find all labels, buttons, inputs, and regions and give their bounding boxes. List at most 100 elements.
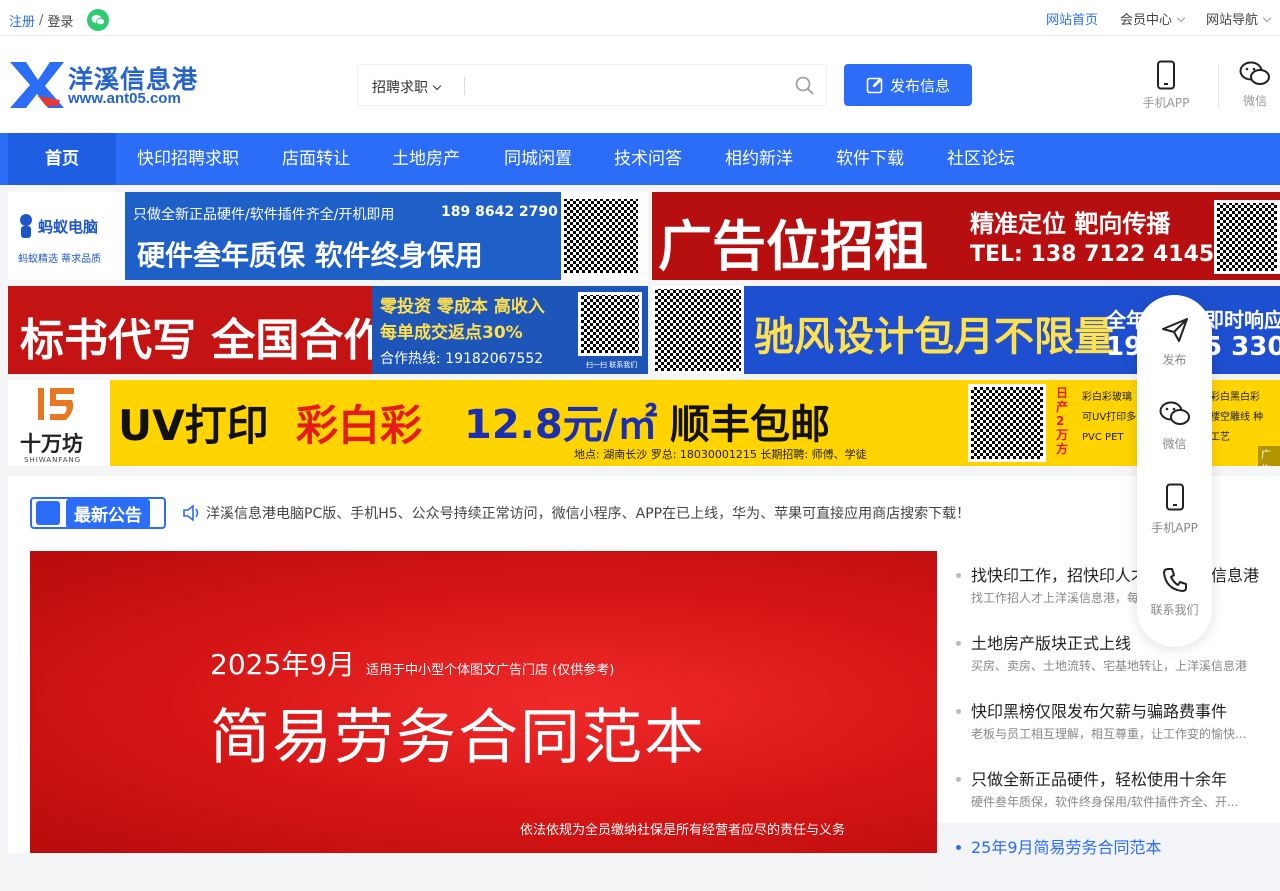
ad-banner-rent[interactable]: 广告位招租 精准定位 靶向传播 TEL: 138 7122 4145 (652, 192, 1280, 280)
banner-footer: 依法依规为全员缴纳社保是所有经营者应尽的责任与义务 (520, 823, 846, 838)
nav-item-software[interactable]: 软件下载 (822, 133, 918, 185)
header-app-link[interactable]: 手机APP (1136, 60, 1196, 111)
nav-item-print-jobs[interactable]: 快印招聘求职 (126, 133, 250, 185)
ad-banner-bidding[interactable]: 标书代写 全国合作 零投资 零成本 高收入 每单成交返点30% 合作热线: 19… (8, 286, 648, 374)
ad2-tagline: 精准定位 靶向传播 (970, 210, 1171, 238)
news-desc: 买房、卖房、土地流转、宅基地转让，上洋溪信息港 (971, 659, 1248, 673)
ad2-qr-code (1214, 200, 1280, 274)
news-desc: 老板与员工相互理解，相互尊重，让工作变的愉快... (971, 727, 1247, 741)
main-nav: 首页 快印招聘求职 店面转让 土地房产 同城闲置 技术问答 相约新洋 软件下载 … (0, 133, 1280, 185)
ad1-brand-block: 蚂蚁电脑 蚂蚁精选 蒂求品质 (8, 192, 125, 280)
ad5-brand-en: SHIWANFANG (24, 456, 82, 464)
wechat-login-icon[interactable] (87, 9, 110, 31)
float-publish-button[interactable]: 发布 (1137, 317, 1212, 368)
banner-title: 简易劳务合同范本 (210, 703, 706, 773)
register-link[interactable]: 注册 (9, 11, 35, 30)
header-divider (1218, 64, 1219, 108)
main-content: 最新公告 洋溪信息港电脑PC版、手机H5、公众号持续正常访问，微信小程序、APP… (8, 476, 1280, 891)
news-title: 找快印工作，招快印人才，上洋溪信息港 (971, 566, 1260, 585)
bullet-dot (956, 777, 961, 782)
ad-banner-computer[interactable]: 蚂蚁电脑 蚂蚁精选 蒂求品质 只做全新正品硬件/软件插件齐全/开机即用 189 … (8, 192, 648, 280)
nav-item-second-hand[interactable]: 同城闲置 (490, 133, 586, 185)
ad5-brand-block: 十万坊 SHIWANFANG (8, 380, 110, 466)
banner-subtitle: 适用于中小型个体图文广告门店 (仅供参考) (366, 663, 615, 678)
ad3-title: 标书代写 全国合作 (20, 315, 388, 366)
shiwanfang-logo-icon (38, 388, 74, 420)
logo-x-icon (10, 62, 64, 108)
ad3-qr-caption: 扫一扫 联系我们 (586, 361, 638, 369)
ad5-headline-a: UV打印 (118, 401, 269, 450)
ad3-line2: 每单成交返点30% (380, 323, 523, 343)
ad4-right2: 即时响应 (1204, 308, 1280, 332)
top-bar: 注册 / 登录 网站首页 会员中心 网站导航 (0, 0, 1280, 36)
ad4-qr-code (652, 286, 744, 374)
search-bar: 招聘求职 (357, 64, 827, 106)
ad5-footer: 地点: 湖南长沙 罗总: 18030001215 长期招聘: 师傅、学徒 (574, 448, 867, 461)
ad5-side-text: 彩白彩玻璃 可UV打印多 PVC PET (1082, 392, 1137, 443)
float-app-button[interactable]: 手机APP (1137, 483, 1212, 536)
telephone-icon (1162, 568, 1187, 592)
nav-item-shop-transfer[interactable]: 店面转让 (268, 133, 364, 185)
float-wechat-button[interactable]: 微信 (1137, 401, 1212, 452)
ad5-price: 12.8元/㎡ (464, 402, 658, 448)
ad3-hotline: 合作热线: 19182067552 (380, 351, 544, 367)
ad2-phone: TEL: 138 7122 4145 (970, 242, 1215, 267)
nav-item-forum[interactable]: 社区论坛 (933, 133, 1029, 185)
banner-year: 2025年9月 (210, 648, 356, 681)
bullet-dot (956, 709, 961, 714)
announcement-icon (36, 501, 60, 525)
bullet-dot (956, 573, 961, 578)
site-logo[interactable]: 洋溪信息港 www.ant05.com (8, 60, 208, 110)
paper-plane-icon (1161, 318, 1188, 342)
search-category-label: 招聘求职 (372, 80, 428, 96)
search-icon[interactable] (795, 76, 814, 99)
header: 洋溪信息港 www.ant05.com 招聘求职 发布信息 手机APP 微信 (0, 36, 1280, 133)
member-center-menu[interactable]: 会员中心 (1120, 9, 1186, 28)
news-item[interactable]: 土地房产版块正式上线 买房、卖房、土地流转、宅基地转让，上洋溪信息港 (937, 619, 1280, 687)
search-input[interactable] (470, 71, 780, 101)
news-title: 土地房产版块正式上线 (971, 634, 1132, 653)
nav-item-dating[interactable]: 相约新洋 (711, 133, 807, 185)
ad5-headline-b: 彩白彩 (296, 401, 423, 450)
announcement-badge-label: 最新公告 (66, 498, 150, 528)
news-title: 快印黑榜仅限发布欠薪与骗路费事件 (971, 702, 1228, 721)
ad-banner-uv-print[interactable]: 十万坊 SHIWANFANG UV打印 彩白彩 12.8元/㎡ 顺丰包邮 地点:… (8, 380, 1280, 466)
float-contact-label: 联系我们 (1150, 603, 1199, 617)
logo-domain: www.ant05.com (68, 90, 181, 107)
login-link[interactable]: 登录 (47, 11, 73, 30)
ad1-line1: 只做全新正品硬件/软件插件齐全/开机即用 (133, 207, 395, 223)
publish-button[interactable]: 发布信息 (844, 64, 972, 106)
speaker-icon (183, 504, 199, 522)
nav-item-home[interactable]: 首页 (8, 133, 116, 185)
float-contact-button[interactable]: 联系我们 (1137, 567, 1212, 618)
ad1-qr-code (561, 196, 641, 276)
publish-label: 发布信息 (889, 77, 950, 95)
bullet-dot (956, 845, 961, 850)
nav-item-tech-qa[interactable]: 技术问答 (600, 133, 696, 185)
news-title: 只做全新正品硬件，轻松使用十余年 (971, 770, 1228, 789)
float-app-label: 手机APP (1151, 521, 1198, 535)
news-item[interactable]: 只做全新正品硬件，轻松使用十余年 硬件叁年质保，软件终身保用/软件插件齐全、开.… (937, 755, 1280, 823)
news-desc: 硬件叁年质保，软件终身保用/软件插件齐全、开... (971, 795, 1239, 809)
chevron-down-icon (1176, 13, 1186, 23)
float-publish-label: 发布 (1162, 353, 1187, 367)
ad3-line1: 零投资 零成本 高收入 (380, 297, 545, 317)
nav-item-real-estate[interactable]: 土地房产 (378, 133, 474, 185)
ad5-shipping: 顺丰包邮 (670, 402, 830, 448)
news-item-active[interactable]: 25年9月简易劳务合同范本 (937, 823, 1280, 891)
ad5-right-text: 彩白黑白彩 楼空雕线 种工艺 (1210, 392, 1264, 443)
search-category-select[interactable]: 招聘求职 (372, 77, 442, 97)
ad1-main: 只做全新正品硬件/软件插件齐全/开机即用 189 8642 2790 硬件叁年质… (125, 192, 561, 280)
news-item[interactable]: 找快印工作，招快印人才，上洋溪信息港 找工作招人才上洋溪信息港，每天都有新化籍 (937, 551, 1280, 619)
ad4-phone-end: 5 3305 (1204, 332, 1280, 362)
phone-icon (1157, 60, 1175, 90)
announcement-text[interactable]: 洋溪信息港电脑PC版、手机H5、公众号持续正常访问，微信小程序、APP在已上线，… (206, 503, 970, 523)
site-nav-menu[interactable]: 网站导航 (1206, 9, 1272, 28)
announcement-badge: 最新公告 (30, 497, 166, 529)
ad5-brand: 十万坊 (20, 432, 83, 456)
header-wechat-link[interactable]: 微信 (1230, 60, 1280, 109)
hero-banner[interactable]: 2025年9月 适用于中小型个体图文广告门店 (仅供参考) 简易劳务合同范本 依… (30, 551, 937, 853)
site-home-link[interactable]: 网站首页 (1046, 9, 1098, 28)
ad5-qr-code (968, 384, 1046, 462)
news-item[interactable]: 快印黑榜仅限发布欠薪与骗路费事件 老板与员工相互理解，相互尊重，让工作变的愉快.… (937, 687, 1280, 755)
